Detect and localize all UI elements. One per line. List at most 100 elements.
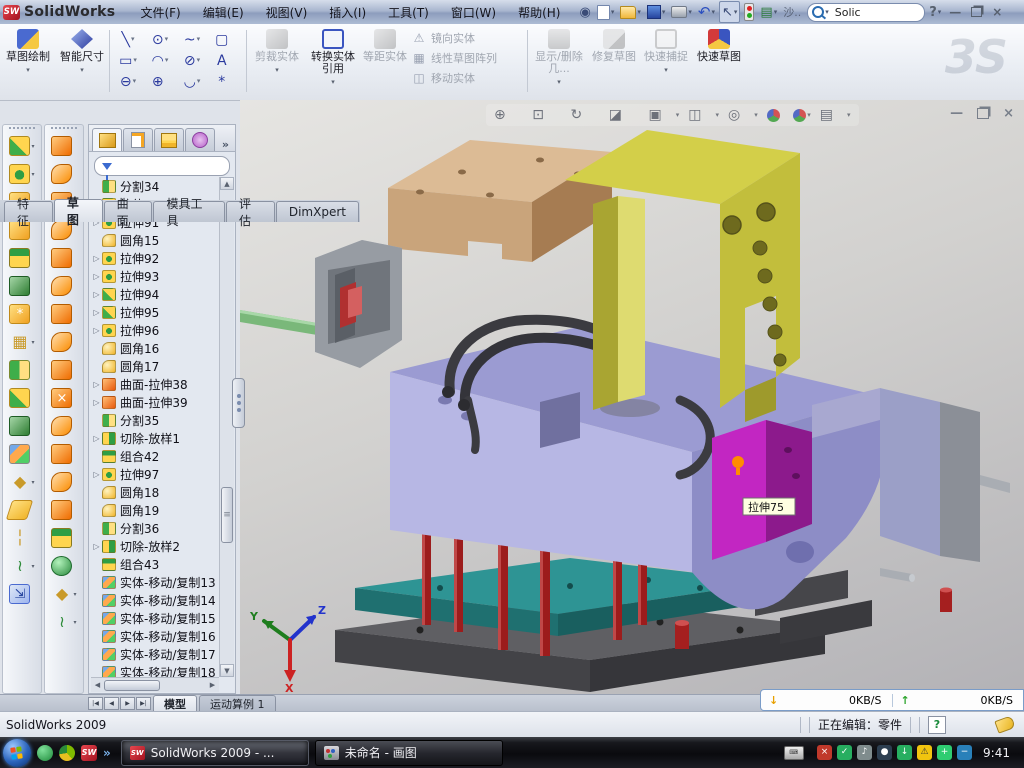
tree-item[interactable]: ▷ 实体-移动/复制16 xyxy=(91,627,219,645)
extend-surface-icon[interactable]: ▾ xyxy=(51,440,76,468)
tree-item[interactable]: ▷ 分割36 xyxy=(91,519,219,537)
swept-surface-icon[interactable]: ▾ xyxy=(51,132,76,160)
quick-launch-icon-1[interactable] xyxy=(37,745,53,761)
tree-item[interactable]: ▷ 切除-放样2 xyxy=(91,537,219,555)
input-method-icon[interactable]: ⌨ xyxy=(784,746,804,760)
rapid-sketch-button[interactable]: 快速草图 xyxy=(694,27,744,97)
tab-nav-button[interactable]: ◀ xyxy=(104,697,119,710)
command-tab[interactable]: 曲面 xyxy=(104,201,153,222)
extrude-cut-icon[interactable]: ▾ xyxy=(9,160,34,188)
ellipse-tool-icon[interactable]: ⊘ ▾ xyxy=(176,50,208,71)
menu-item[interactable]: 工具(T) xyxy=(377,0,440,24)
tree-item[interactable]: ▷ 拉伸96 xyxy=(91,321,219,339)
knit-surface-icon[interactable]: ▾ xyxy=(51,524,76,552)
taskbar-button[interactable]: 未命名 - 画图 xyxy=(315,740,503,766)
pattern-icon[interactable]: ▦ ▾ xyxy=(9,328,34,356)
toolbar-overflow-item[interactable]: 沙.. xyxy=(783,4,801,20)
command-tab[interactable]: 模具工具 xyxy=(153,201,225,222)
tag-icon[interactable] xyxy=(994,715,1015,733)
expand-arrow-icon[interactable]: ▷ xyxy=(91,254,102,263)
rebuild-button[interactable] xyxy=(742,2,756,22)
linear-sketch-pattern-item[interactable]: ▦ 线性草图阵列 xyxy=(412,50,524,66)
panel-splitter-handle[interactable] xyxy=(232,378,245,428)
radiate-surface-icon[interactable]: ▾ xyxy=(51,356,76,384)
revolved-surface-icon[interactable]: ▾ xyxy=(51,160,76,188)
display-delete-relations-button[interactable]: 显示/删除几...▾ xyxy=(532,27,586,97)
minimize-button[interactable]: — xyxy=(949,6,961,18)
device-tray-icon[interactable]: ● xyxy=(877,745,892,760)
scroll-left-arrow[interactable]: ◀ xyxy=(91,681,104,689)
command-tab[interactable]: DimXpert xyxy=(276,201,359,222)
offset-surface-icon[interactable]: ▾ xyxy=(51,328,76,356)
tree-item[interactable]: ▷ 圆角17 xyxy=(91,357,219,375)
expand-arrow-icon[interactable]: ▷ xyxy=(91,542,102,551)
expand-arrow-icon[interactable]: ▷ xyxy=(91,326,102,335)
rotate-view-icon[interactable]: ↻ ▾ xyxy=(571,108,600,122)
expand-arrow-icon[interactable]: ▷ xyxy=(91,398,102,407)
delete-face-icon[interactable]: × ▾ xyxy=(51,384,76,412)
curve-icon[interactable]: ≀ ▾ xyxy=(9,552,34,580)
point-tool-icon[interactable]: ⊕ ▾ xyxy=(144,71,176,92)
plane-icon[interactable]: ▾ xyxy=(9,496,34,524)
quick-launch-chevron[interactable]: » xyxy=(103,746,111,760)
restore-button[interactable] xyxy=(971,7,982,17)
draft-icon[interactable]: ▾ xyxy=(9,272,34,300)
line-tool-icon[interactable]: ╲ ▾ xyxy=(112,29,144,50)
scrollbar-thumb[interactable] xyxy=(221,487,233,543)
display-style-icon[interactable]: ◫ ▾ xyxy=(688,108,719,122)
menu-item[interactable]: 插入(I) xyxy=(318,0,377,24)
view-orientation-icon[interactable]: ▣ ▾ xyxy=(649,108,680,122)
scrollbar-thumb[interactable] xyxy=(104,680,160,691)
sketch-fillet-icon[interactable]: ◡ ▾ xyxy=(176,71,208,92)
select-tool-button[interactable]: ↖▾ xyxy=(719,1,740,23)
document-tab[interactable]: 模型 xyxy=(153,695,197,711)
tree-item[interactable]: ▷ 分割35 xyxy=(91,411,219,429)
tree-item[interactable]: ▷ 拉伸95 xyxy=(91,303,219,321)
mid-surface-icon[interactable]: ▾ xyxy=(51,272,76,300)
circle-tool-icon[interactable]: ⊙ ▾ xyxy=(144,29,176,50)
tree-item[interactable]: ▷ 拉伸93 xyxy=(91,267,219,285)
replace-face-icon[interactable]: ▾ xyxy=(51,412,76,440)
help-button[interactable]: ? xyxy=(929,6,937,19)
tree-item[interactable]: ▷ 拉伸92 xyxy=(91,249,219,267)
extrude-boss-icon[interactable]: ▾ xyxy=(9,132,34,160)
move-entities-item[interactable]: ◫ 移动实体 xyxy=(412,70,524,86)
tab-nav-button[interactable]: ▶| xyxy=(136,697,151,710)
appearance-icon[interactable]: ▾ xyxy=(767,109,785,122)
messenger-tray-icon[interactable]: − xyxy=(957,745,972,760)
document-tab[interactable]: 运动算例 1 xyxy=(199,695,276,711)
wrap-icon[interactable]: * ▾ xyxy=(9,300,34,328)
toolbar-grip[interactable] xyxy=(9,127,35,129)
trim-entities-button[interactable]: 剪裁实体▾ xyxy=(252,27,302,97)
shell-icon[interactable]: ▾ xyxy=(9,244,34,272)
graphics-viewport[interactable]: Y Z X 拉伸75 ⊕ ▾ xyxy=(240,100,1024,694)
undo-button[interactable]: ↶▾ xyxy=(696,2,717,22)
convert-entities-button[interactable]: 转换实体引用▾ xyxy=(306,27,360,97)
tree-item[interactable]: ▷ 实体-移动/复制14 xyxy=(91,591,219,609)
save-button[interactable]: ▾ xyxy=(645,2,668,22)
tree-item[interactable]: ▷ 圆角19 xyxy=(91,501,219,519)
tab-nav-button[interactable]: ▶ xyxy=(120,697,135,710)
antivirus-alert-tray-icon[interactable]: × xyxy=(817,745,832,760)
scroll-right-arrow[interactable]: ▶ xyxy=(206,681,219,689)
reference-geometry-icon[interactable]: ◆ ▾ xyxy=(9,468,34,496)
tab-configuration-manager[interactable] xyxy=(154,128,184,151)
tree-item[interactable]: ▷ 组合43 xyxy=(91,555,219,573)
arc-tool-icon[interactable]: ◠ ▾ xyxy=(144,50,176,71)
menu-item[interactable]: 帮助(H) xyxy=(507,0,571,24)
trim-surface-icon[interactable]: ▾ xyxy=(51,468,76,496)
start-button[interactable] xyxy=(3,739,31,767)
tree-item[interactable]: ▷ 实体-移动/复制15 xyxy=(91,609,219,627)
quick-launch-icon-2[interactable] xyxy=(59,745,75,761)
command-tab[interactable]: 评估 xyxy=(226,201,275,222)
tree-item[interactable]: ▷ 分割34 xyxy=(91,177,219,195)
tree-item[interactable]: ▷ 拉伸94 xyxy=(91,285,219,303)
selection-box-icon[interactable]: ▢ ▾ xyxy=(208,29,240,50)
annotation-view-icon[interactable]: ▤ ▾ xyxy=(820,108,851,122)
doc-restore-button[interactable] xyxy=(977,108,989,119)
tab-property-manager[interactable] xyxy=(123,128,153,151)
audio-tray-icon[interactable]: ♪ xyxy=(857,745,872,760)
scroll-up-arrow[interactable]: ▲ xyxy=(220,177,234,190)
planar-surface-icon[interactable]: ▾ xyxy=(51,300,76,328)
command-tab[interactable]: 特征 xyxy=(4,201,53,222)
